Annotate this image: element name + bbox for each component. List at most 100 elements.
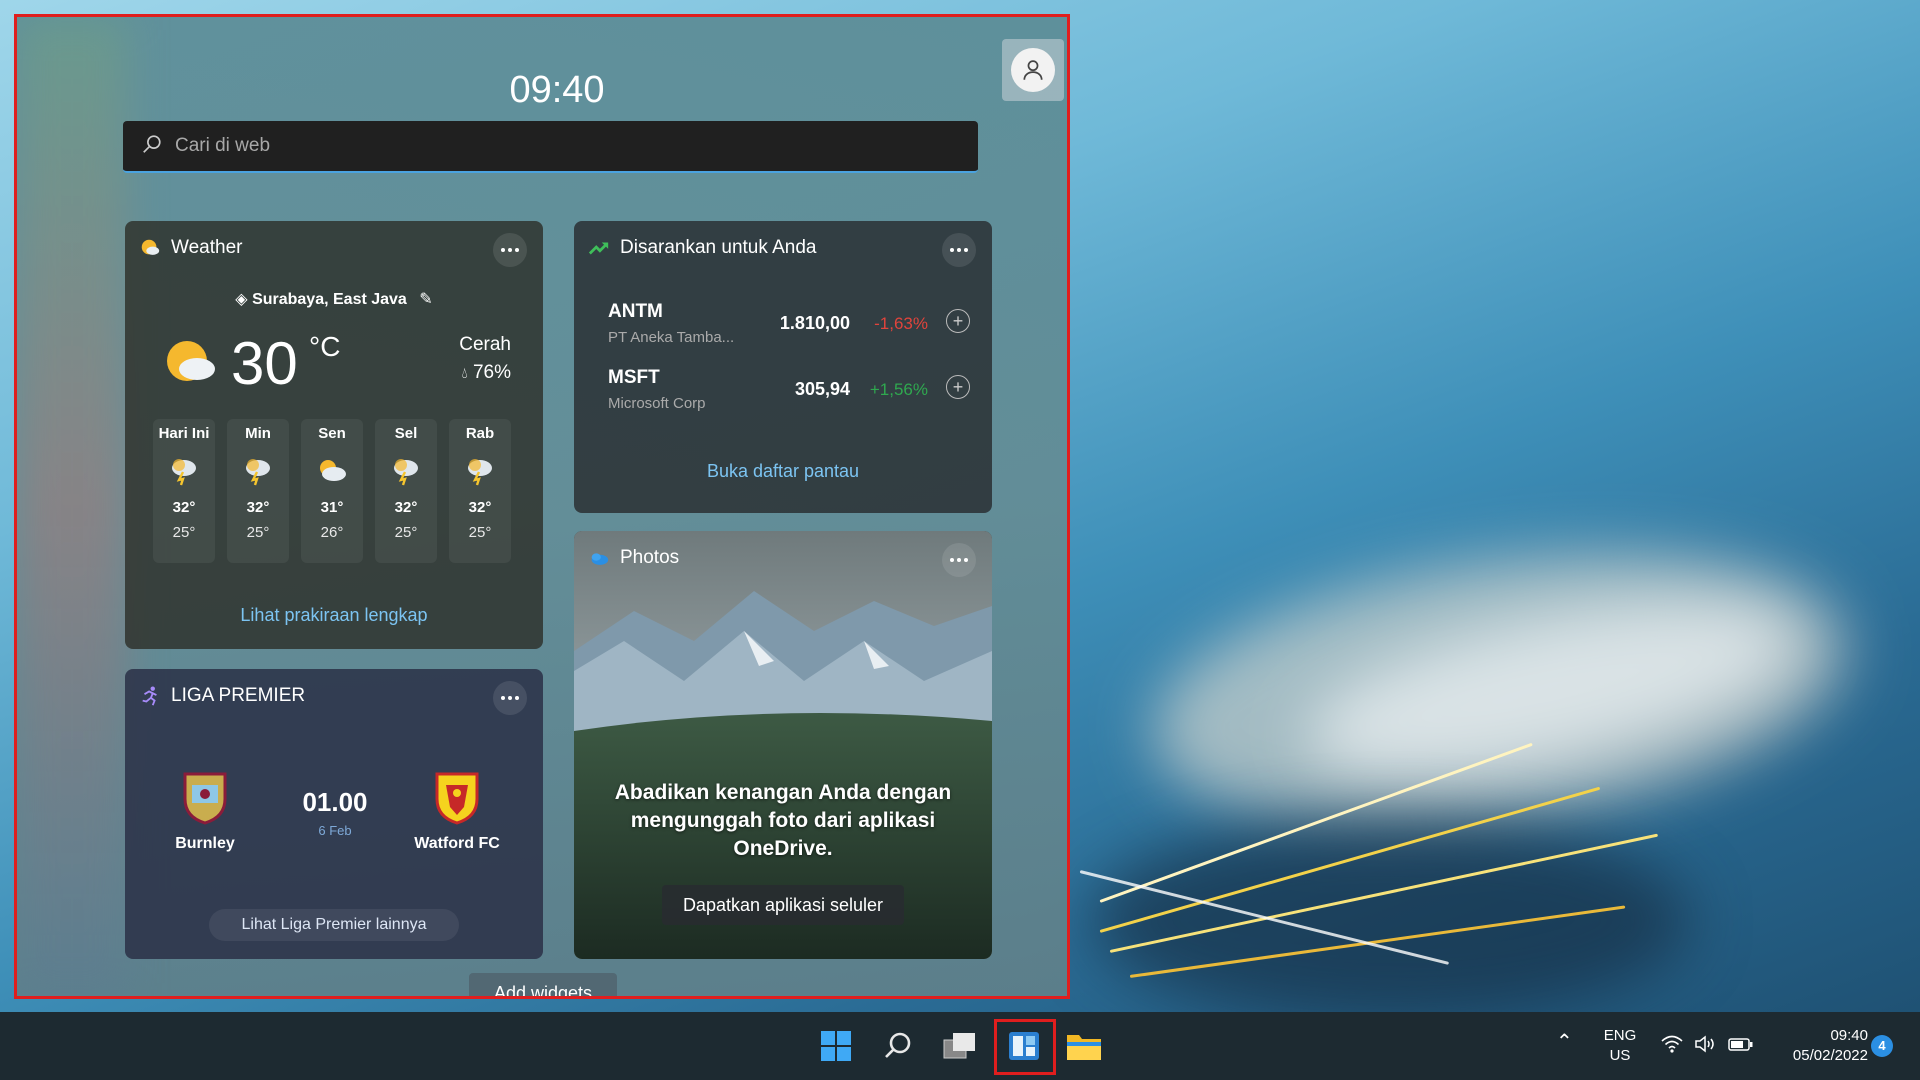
forecast-low: 25°: [468, 524, 492, 541]
windows-start-icon[interactable]: [816, 1026, 856, 1066]
humidity-value: 76%: [472, 362, 511, 383]
full-forecast-link[interactable]: Lihat prakiraan lengkap: [125, 605, 543, 626]
location-pin-icon: ◈: [235, 291, 248, 308]
forecast-day: Hari Ini 32° 25°: [153, 419, 215, 563]
battery-icon[interactable]: [1728, 1034, 1754, 1060]
watchlist-link[interactable]: Buka daftar pantau: [574, 461, 992, 482]
file-explorer-icon[interactable]: [1064, 1026, 1104, 1066]
forecast-day: Sen 31° 26°: [301, 419, 363, 563]
current-temperature: 30: [231, 330, 298, 397]
taskbar-time: 09:40: [1830, 1027, 1868, 1044]
forecast-low: 25°: [394, 524, 418, 541]
system-clock[interactable]: 09:40 05/02/2022: [1768, 1026, 1868, 1066]
stock-price: 305,94: [794, 379, 850, 399]
forecast-high: 32°: [246, 499, 270, 516]
get-mobile-app-button[interactable]: Dapatkan aplikasi seluler: [662, 885, 904, 925]
forecast-day: Min 32° 25°: [227, 419, 289, 563]
location-label: Surabaya, East Java: [252, 291, 407, 308]
forecast-low: 26°: [320, 524, 344, 541]
search-icon: [141, 133, 163, 160]
volume-icon[interactable]: [1694, 1034, 1718, 1060]
thunderstorm-icon: [375, 449, 437, 493]
photos-message: Abadikan kenangan Anda dengan mengunggah…: [614, 781, 952, 860]
weather-condition: Cerah 💧︎ 76%: [459, 331, 511, 388]
running-person-icon: [142, 686, 157, 706]
forecast-day: Rab 32° 25°: [449, 419, 511, 563]
stock-name: PT Aneka Tamba...: [608, 329, 735, 346]
language-indicator[interactable]: ENG US: [1600, 1026, 1640, 1066]
search-icon[interactable]: [878, 1026, 918, 1066]
forecast-day-name: Sel: [394, 425, 418, 442]
photos-more-button[interactable]: [942, 543, 976, 577]
watford-crest-icon: [397, 769, 517, 827]
droplet-icon: 💧︎: [461, 365, 468, 382]
partly-sunny-icon: [167, 341, 215, 381]
stock-row[interactable]: ANTM PT Aneka Tamba... 1.810,00 -1,63% +: [608, 299, 978, 359]
humidity: 💧︎ 76%: [459, 359, 511, 388]
forecast-day-name: Rab: [465, 425, 495, 442]
language-code: ENG: [1603, 1027, 1637, 1044]
forecast-day-name: Hari Ini: [158, 425, 210, 442]
forecast-high: 31°: [320, 499, 344, 516]
photos-widget[interactable]: Photos Abadikan kenangan Anda dengan men…: [574, 531, 992, 959]
partly-cloudy-icon: [301, 449, 363, 493]
home-team[interactable]: Burnley: [145, 769, 265, 853]
more-league-link[interactable]: Lihat Liga Premier lainnya: [209, 909, 459, 941]
search-input[interactable]: [175, 135, 875, 157]
stock-name: Microsoft Corp: [608, 395, 706, 412]
weather-more-button[interactable]: [493, 233, 527, 267]
condition-text: Cerah: [459, 334, 511, 355]
wifi-icon[interactable]: [1660, 1034, 1684, 1060]
weather-location[interactable]: ◈ Surabaya, East Java ✎: [125, 289, 543, 309]
forecast-day-name: Min: [245, 425, 271, 442]
taskbar: ⌃ ENG US 09:40 05/02/2022 4: [0, 1012, 1920, 1080]
forecast-low: 25°: [172, 524, 196, 541]
forecast-list: Hari Ini 32° 25° Min 32° 25° Sen 31° 26°…: [153, 419, 511, 563]
league-title: LIGA PREMIER: [171, 685, 306, 706]
onedrive-cloud-icon: [591, 553, 609, 565]
stock-change: -1,63%: [874, 314, 928, 333]
forecast-low: 25°: [246, 524, 270, 541]
add-widgets-button[interactable]: Add widgets: [469, 973, 617, 996]
forecast-high: 32°: [468, 499, 492, 516]
match-time: 01.00: [302, 787, 368, 817]
match-date: 6 Feb: [318, 823, 352, 838]
stocks-more-button[interactable]: [942, 233, 976, 267]
add-to-watchlist-button[interactable]: +: [946, 375, 970, 399]
weather-sun-icon: [141, 239, 160, 255]
stocks-title: Disarankan untuk Anda: [620, 237, 817, 258]
premier-league-widget[interactable]: LIGA PREMIER Burnley 01.00 6 Feb Watford…: [125, 669, 543, 959]
league-more-button[interactable]: [493, 681, 527, 715]
stock-change: +1,56%: [869, 380, 928, 399]
add-to-watchlist-button[interactable]: +: [946, 309, 970, 333]
forecast-day: Sel 32° 25°: [375, 419, 437, 563]
background-blur: [17, 17, 127, 996]
board-clock: 09:40: [509, 69, 605, 111]
task-view-icon[interactable]: [940, 1026, 980, 1066]
thunderstorm-icon: [227, 449, 289, 493]
taskbar-date: 05/02/2022: [1792, 1047, 1868, 1064]
weather-widget[interactable]: Weather ◈ Surabaya, East Java ✎ 30 °C Ce…: [125, 221, 543, 649]
home-team-name: Burnley: [175, 835, 235, 852]
edit-location-icon[interactable]: ✎: [419, 291, 432, 308]
forecast-day-name: Sen: [318, 425, 346, 442]
stock-symbol: MSFT: [608, 367, 660, 388]
weather-title: Weather: [171, 237, 243, 258]
show-hidden-icons-icon[interactable]: ⌃: [1556, 1032, 1573, 1052]
stock-price: 1.810,00: [779, 313, 850, 333]
away-team-name: Watford FC: [414, 835, 500, 852]
photos-title: Photos: [620, 547, 680, 568]
keyboard-layout: US: [1609, 1047, 1631, 1064]
thunderstorm-icon: [153, 449, 215, 493]
web-search-box[interactable]: [123, 121, 978, 173]
burnley-crest-icon: [145, 769, 265, 827]
profile-button[interactable]: [1002, 39, 1064, 101]
notification-badge[interactable]: 4: [1871, 1035, 1893, 1057]
stock-symbol: ANTM: [608, 301, 663, 322]
widgets-icon[interactable]: [1004, 1026, 1044, 1066]
stock-row[interactable]: MSFT Microsoft Corp 305,94 +1,56% +: [608, 365, 978, 425]
temperature-unit: °C: [309, 331, 341, 362]
away-team[interactable]: Watford FC: [397, 769, 517, 853]
forecast-high: 32°: [172, 499, 196, 516]
stocks-widget[interactable]: Disarankan untuk Anda ANTM PT Aneka Tamb…: [574, 221, 992, 513]
